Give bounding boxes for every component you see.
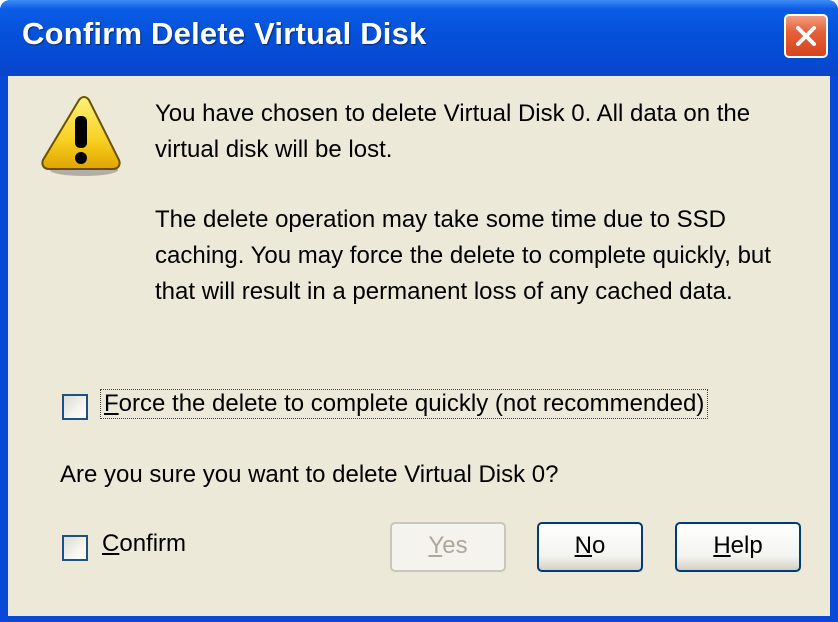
close-button[interactable] (784, 14, 828, 58)
confirm-question: Are you sure you want to delete Virtual … (60, 461, 559, 488)
dialog-window: Confirm Delete Virtual Disk You have cho… (0, 0, 838, 622)
force-delete-checkbox[interactable] (62, 394, 88, 420)
confirm-label-text: onfirm (119, 530, 187, 557)
force-delete-hotkey: F (104, 390, 119, 417)
confirm-checkbox[interactable] (62, 535, 88, 561)
yes-label: es (442, 532, 468, 559)
warning-icon (41, 96, 121, 176)
no-hotkey: N (574, 532, 592, 559)
help-hotkey: H (713, 532, 731, 559)
dialog-body: You have chosen to delete Virtual Disk 0… (8, 76, 830, 616)
message-secondary: The delete operation may take some time … (155, 206, 771, 305)
confirm-hotkey: C (102, 530, 120, 557)
yes-hotkey: Y (428, 532, 443, 559)
close-icon (796, 26, 816, 46)
yes-button[interactable]: Yes (390, 522, 506, 572)
title-bar[interactable]: Confirm Delete Virtual Disk (0, 0, 838, 76)
no-label: o (591, 532, 606, 559)
confirm-label[interactable]: Confirm (102, 530, 186, 558)
dialog-title: Confirm Delete Virtual Disk (22, 16, 427, 51)
no-button[interactable]: No (537, 522, 643, 572)
help-button[interactable]: Help (675, 522, 801, 572)
message-primary: You have chosen to delete Virtual Disk 0… (155, 100, 751, 163)
help-label: elp (730, 532, 763, 559)
force-delete-label-text: orce the delete to complete quickly (not… (118, 390, 705, 417)
force-delete-label[interactable]: Force the delete to complete quickly (no… (100, 389, 709, 419)
